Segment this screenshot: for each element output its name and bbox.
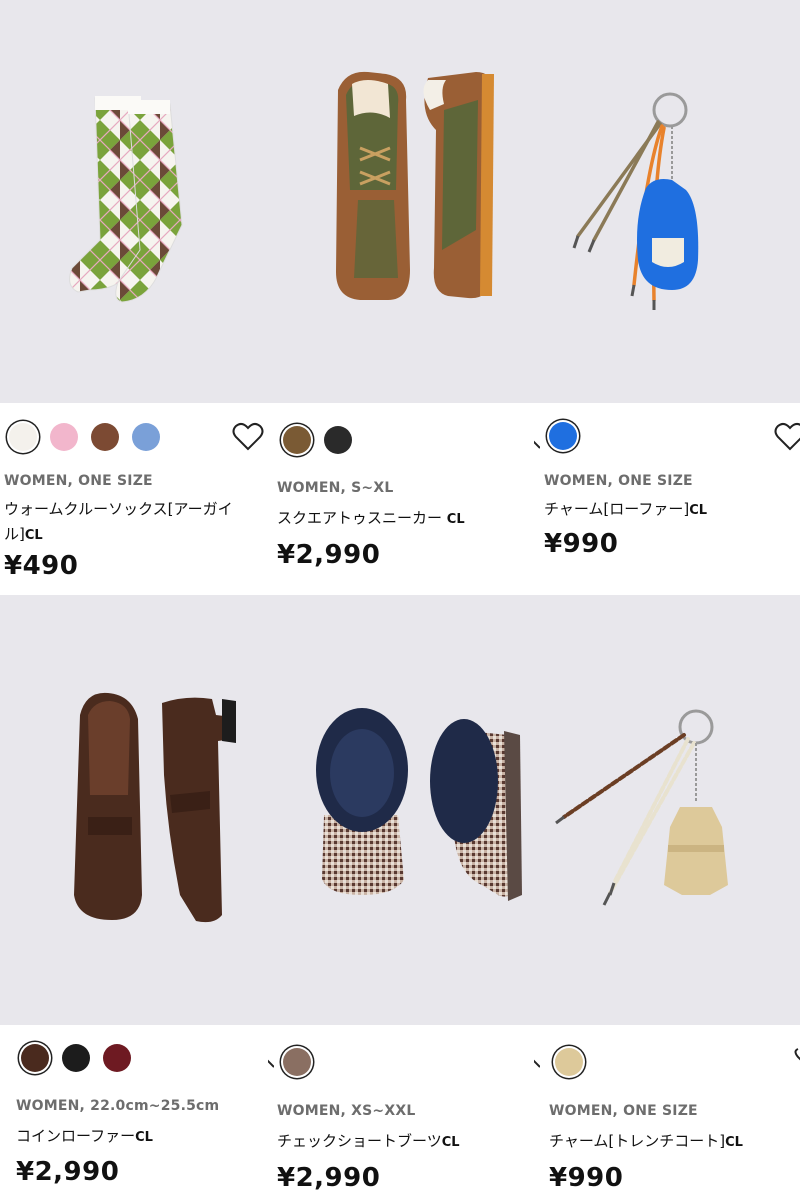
color-swatches: [549, 422, 590, 450]
product-name[interactable]: チャーム[ローファー]CL: [544, 497, 784, 523]
product-price: ¥2,990: [16, 1157, 120, 1187]
color-swatches: [555, 1048, 596, 1076]
coin-loafer-image: [74, 692, 236, 923]
favorite-heart-icon[interactable]: [774, 422, 800, 452]
favorite-heart-icon[interactable]: [232, 422, 264, 452]
product-image[interactable]: [0, 595, 268, 1025]
product-price: ¥990: [549, 1163, 624, 1193]
product-image[interactable]: [534, 0, 800, 403]
product-price: ¥990: [544, 529, 619, 559]
product-name[interactable]: チャーム[トレンチコート]CL: [549, 1129, 789, 1155]
square-toe-sneaker-image: [336, 71, 494, 301]
color-swatch[interactable]: [21, 1044, 49, 1072]
argyle-socks-image: [69, 96, 183, 303]
color-swatch[interactable]: [50, 423, 78, 451]
color-swatch[interactable]: [103, 1044, 131, 1072]
loafer-charm-image: [572, 92, 699, 310]
product-card[interactable]: WOMEN, XS~XXL チェックショートブーツCL ¥2,990: [268, 595, 534, 1199]
trench-coat-charm-image: [555, 709, 728, 906]
favorite-heart-icon[interactable]: [268, 1047, 274, 1069]
color-swatch[interactable]: [62, 1044, 90, 1072]
color-swatch[interactable]: [91, 423, 119, 451]
product-image[interactable]: [534, 595, 800, 1025]
product-name[interactable]: ウォームクルーソックス[アーガイル]CL: [4, 497, 244, 548]
color-swatches: [9, 423, 173, 451]
product-name[interactable]: スクエアトゥスニーカー CL: [277, 506, 517, 532]
favorite-heart-icon[interactable]: [534, 428, 540, 450]
product-price: ¥2,990: [277, 1163, 381, 1193]
product-card[interactable]: WOMEN, 22.0cm~25.5cm コインローファーCL ¥2,990: [0, 595, 268, 1199]
color-swatches: [283, 426, 365, 454]
color-swatch[interactable]: [324, 426, 352, 454]
color-swatch[interactable]: [549, 422, 577, 450]
color-swatches: [283, 1048, 324, 1076]
color-swatch[interactable]: [283, 426, 311, 454]
product-size-range: WOMEN, 22.0cm~25.5cm: [16, 1098, 220, 1114]
favorite-heart-icon[interactable]: [534, 1047, 540, 1069]
product-size-range: WOMEN, ONE SIZE: [544, 473, 693, 489]
product-card[interactable]: WOMEN, S~XL スクエアトゥスニーカー CL ¥2,990: [268, 0, 534, 595]
product-price: ¥2,990: [277, 540, 381, 570]
check-short-boots-image: [316, 708, 522, 901]
product-card[interactable]: WOMEN, ONE SIZE ウォームクルーソックス[アーガイル]CL ¥49…: [0, 0, 268, 595]
product-size-range: WOMEN, ONE SIZE: [4, 473, 153, 489]
product-image[interactable]: [268, 595, 534, 1025]
product-size-range: WOMEN, XS~XXL: [277, 1103, 416, 1119]
product-card[interactable]: WOMEN, ONE SIZE チャーム[ローファー]CL ¥990: [534, 0, 800, 595]
product-image[interactable]: [0, 0, 268, 403]
color-swatch[interactable]: [555, 1048, 583, 1076]
favorite-heart-icon[interactable]: [794, 1047, 800, 1069]
product-card[interactable]: WOMEN, ONE SIZE チャーム[トレンチコート]CL ¥990: [534, 595, 800, 1199]
product-name[interactable]: コインローファーCL: [16, 1124, 256, 1150]
product-size-range: WOMEN, S~XL: [277, 480, 394, 496]
product-image[interactable]: [268, 0, 534, 403]
color-swatch[interactable]: [283, 1048, 311, 1076]
product-size-range: WOMEN, ONE SIZE: [549, 1103, 698, 1119]
product-name[interactable]: チェックショートブーツCL: [277, 1129, 517, 1155]
color-swatch[interactable]: [132, 423, 160, 451]
color-swatches: [21, 1044, 144, 1072]
product-price: ¥490: [4, 551, 79, 581]
color-swatch[interactable]: [9, 423, 37, 451]
